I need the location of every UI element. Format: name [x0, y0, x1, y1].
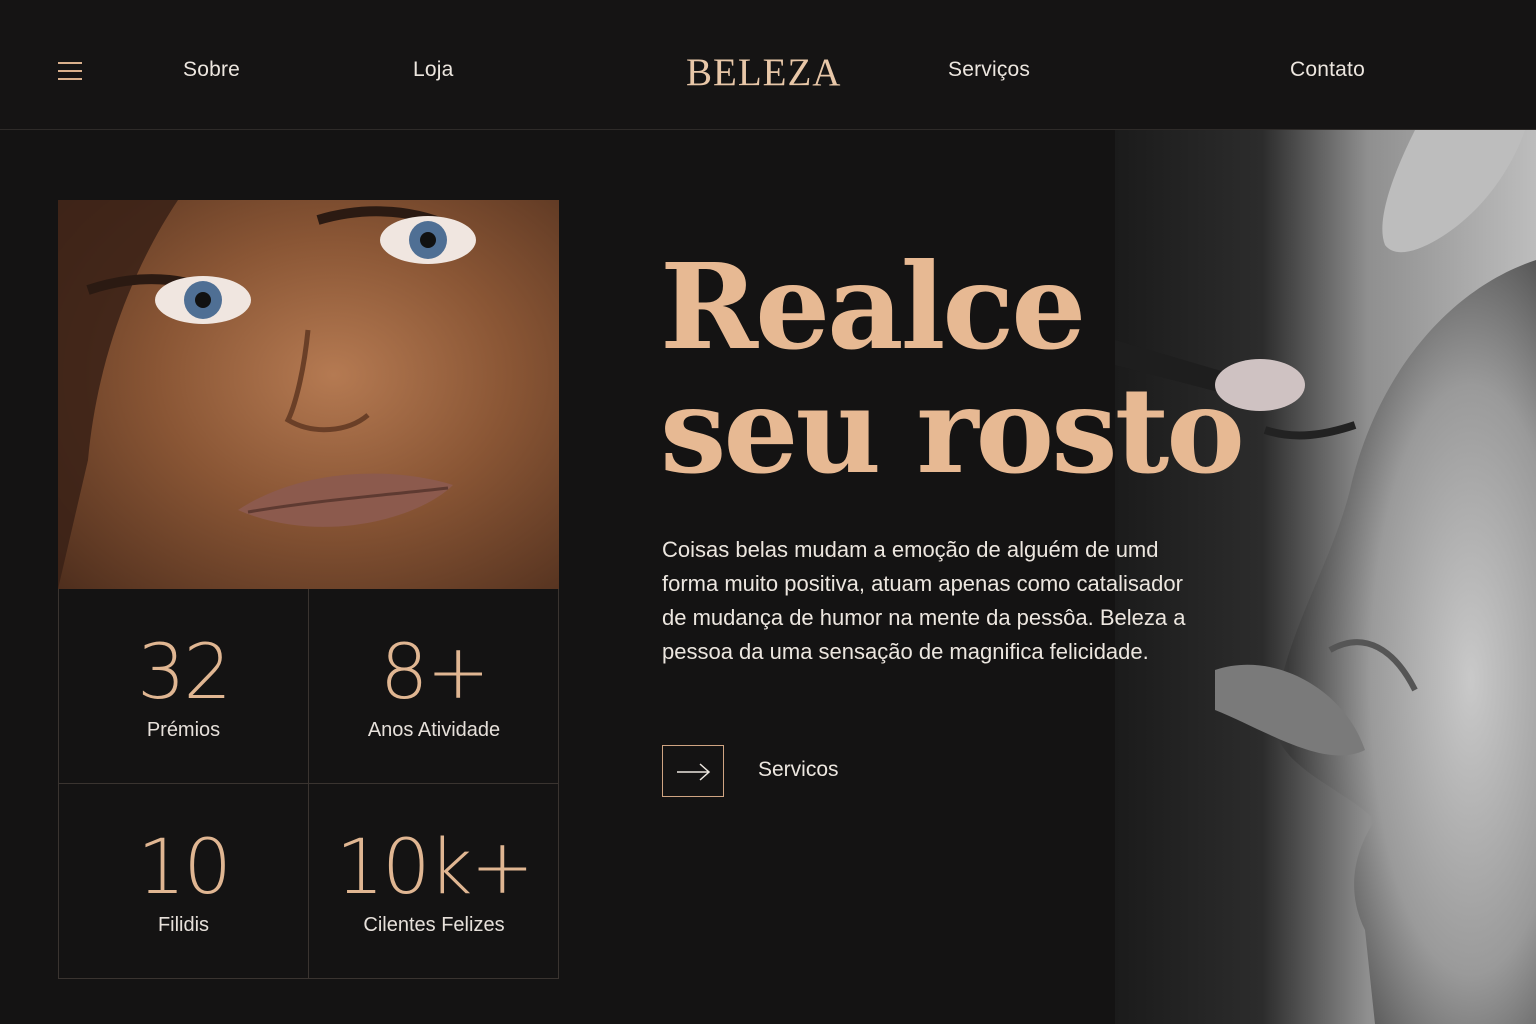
stat-value: 8+	[379, 627, 490, 716]
headline-line-2: seu rosto	[660, 361, 1245, 500]
stats-grid: 32 Prémios 8+ Anos Atividade 10 Filidis …	[58, 589, 559, 979]
services-arrow-button[interactable]	[662, 745, 724, 797]
nav-link-contato[interactable]: Contato	[1290, 58, 1365, 82]
nav-link-loja[interactable]: Loja	[413, 58, 454, 82]
stat-value: 32	[137, 627, 232, 716]
stat-branches: 10 Filidis	[59, 784, 309, 978]
stat-label: Prémios	[146, 719, 221, 741]
stat-value: 10	[137, 822, 232, 911]
brand-logo[interactable]: BELEZA	[686, 50, 841, 95]
stat-clients: 10k+ Cilentes Felizes	[309, 784, 559, 978]
top-navigation: Sobre Loja BELEZA Serviços Contato	[0, 0, 1536, 130]
stat-label: Filidis	[157, 914, 210, 936]
hero-headline: Realce seu rosto	[660, 237, 1245, 500]
nav-link-sobre[interactable]: Sobre	[183, 58, 240, 82]
nav-link-servicos[interactable]: Serviços	[948, 58, 1030, 82]
model-portrait-photo	[58, 200, 559, 589]
stat-years: 8+ Anos Atividade	[309, 589, 559, 784]
stat-value: 10k+	[335, 822, 534, 911]
arrow-right-icon	[677, 763, 711, 781]
headline-line-1: Realce	[660, 237, 1086, 376]
stat-awards: 32 Prémios	[59, 589, 309, 784]
hero-description: Coisas belas mudam a emoção de alguém de…	[662, 537, 1186, 664]
hamburger-icon[interactable]	[58, 60, 82, 82]
stat-label: Anos Atividade	[367, 719, 501, 741]
stat-label: Cilentes Felizes	[363, 914, 505, 936]
services-link[interactable]: Servicos	[758, 758, 839, 782]
